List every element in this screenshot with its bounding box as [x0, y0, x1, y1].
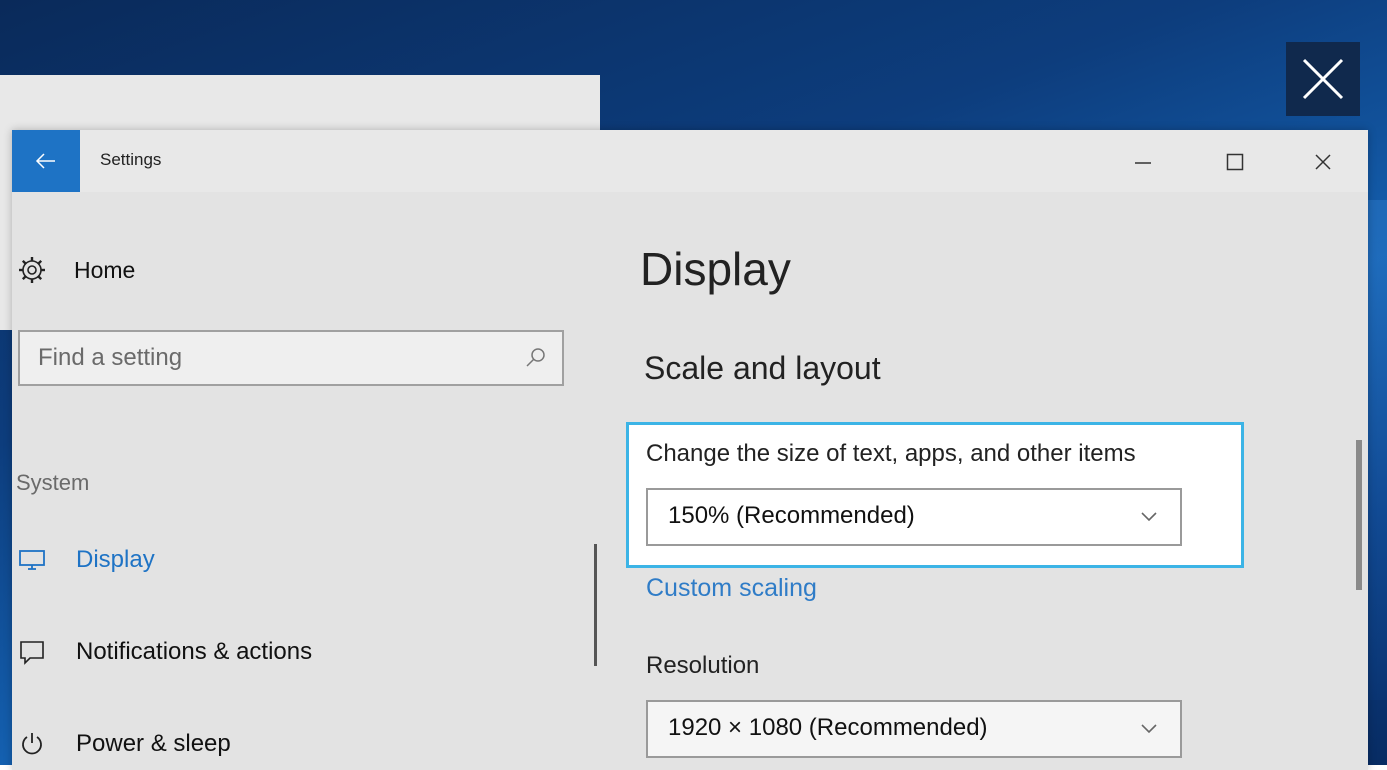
- message-icon: [16, 636, 48, 668]
- scale-dropdown[interactable]: 150% (Recommended): [646, 488, 1182, 546]
- section-label-system: System: [16, 470, 90, 495]
- overlay-close-button[interactable]: [1286, 42, 1360, 116]
- search-icon: [526, 348, 545, 367]
- resolution-dropdown-value: 1920 × 1080 (Recommended): [668, 714, 988, 741]
- close-icon: [1315, 154, 1331, 170]
- minimize-icon: [1135, 162, 1151, 164]
- nav-home-label: Home: [74, 256, 136, 283]
- minimize-button[interactable]: [1120, 140, 1166, 184]
- sidebar-item-display[interactable]: Display: [16, 544, 155, 576]
- resolution-dropdown[interactable]: 1920 × 1080 (Recommended): [646, 700, 1182, 758]
- back-arrow-icon: [35, 153, 55, 169]
- scrollbar-thumb[interactable]: [1356, 440, 1362, 590]
- page-title: Display: [640, 243, 791, 295]
- resolution-label: Resolution: [646, 652, 760, 679]
- sidebar-item-label: Power & sleep: [76, 730, 231, 757]
- pane-divider: [594, 544, 597, 666]
- scale-dropdown-value: 150% (Recommended): [668, 502, 915, 529]
- search-input[interactable]: [38, 342, 508, 374]
- window-title: Settings: [100, 150, 162, 169]
- custom-scaling-link[interactable]: Custom scaling: [646, 574, 817, 603]
- sidebar-item-notifications[interactable]: Notifications & actions: [16, 636, 312, 668]
- sidebar-item-power[interactable]: Power & sleep: [16, 728, 231, 760]
- nav-home[interactable]: Home: [16, 254, 135, 286]
- maximize-icon: [1226, 153, 1244, 171]
- back-button[interactable]: [12, 130, 80, 192]
- maximize-button[interactable]: [1212, 140, 1258, 184]
- gear-icon: [16, 254, 48, 286]
- sidebar-item-label: Notifications & actions: [76, 638, 313, 665]
- sidebar-item-label: Display: [76, 546, 155, 573]
- power-icon: [16, 728, 48, 760]
- scale-label: Change the size of text, apps, and other…: [646, 440, 1136, 467]
- chevron-down-icon: [1141, 724, 1157, 734]
- monitor-icon: [16, 544, 48, 576]
- section-heading: Scale and layout: [644, 350, 881, 386]
- close-icon: [1302, 58, 1344, 100]
- title-bar: Settings: [12, 130, 1368, 192]
- close-button[interactable]: [1300, 140, 1346, 184]
- chevron-down-icon: [1141, 512, 1157, 522]
- search-field[interactable]: [18, 330, 564, 386]
